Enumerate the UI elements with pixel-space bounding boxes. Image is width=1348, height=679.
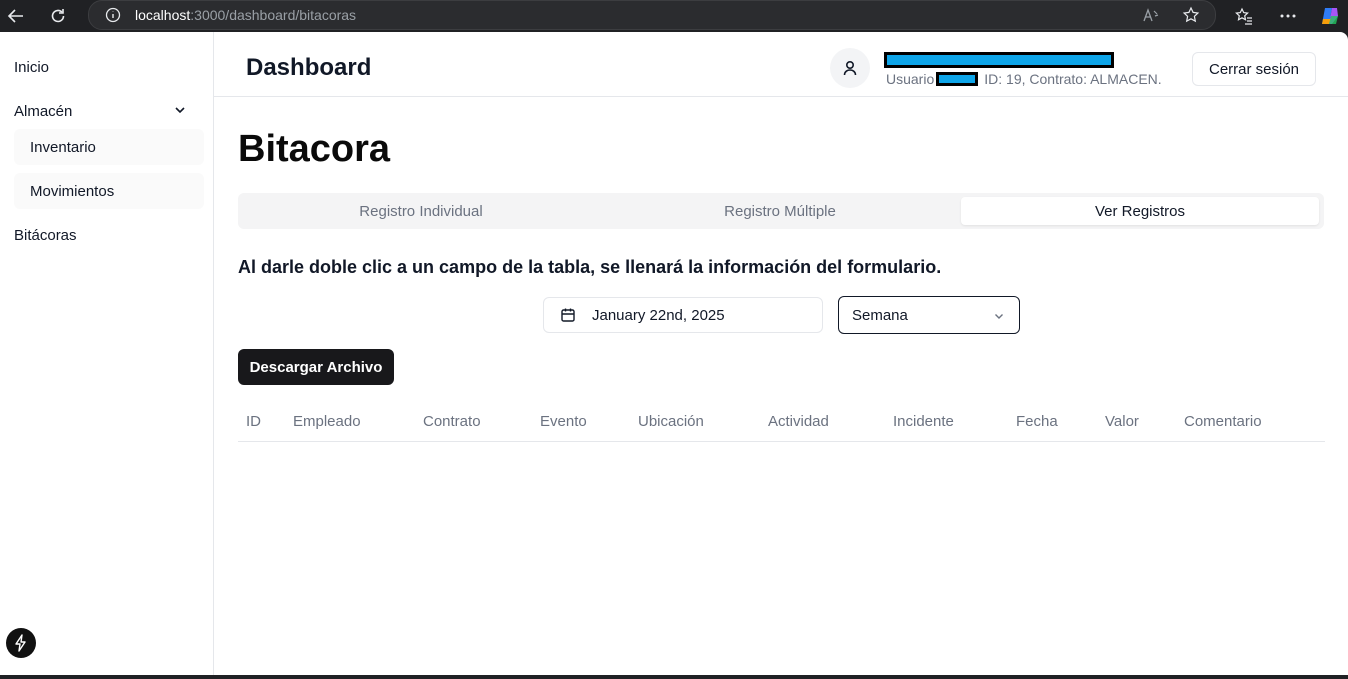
tab-registro-individual[interactable]: Registro Individual [242, 197, 600, 225]
more-icon[interactable] [1274, 3, 1302, 29]
sidebar-item-inventario[interactable]: Inventario [14, 129, 204, 165]
calendar-icon [560, 307, 576, 323]
reload-icon[interactable] [44, 3, 72, 29]
url-text: localhost:3000/dashboard/bitacoras [135, 7, 357, 23]
sidebar-item-bitacoras[interactable]: Bitácoras [14, 227, 77, 244]
tab-ver-registros[interactable]: Ver Registros [961, 197, 1319, 225]
user-icon [843, 60, 857, 76]
column-header[interactable]: Ubicación [638, 413, 704, 430]
sidebar-item-inicio[interactable]: Inicio [14, 59, 49, 76]
user-info: Usuario ID: 19, Contrato: ALMACEN. [886, 71, 1162, 87]
column-header[interactable]: Evento [540, 413, 587, 430]
copilot-icon[interactable] [1316, 3, 1344, 29]
date-value: January 22nd, 2025 [592, 306, 725, 324]
chevron-down-icon [993, 309, 1005, 326]
tab-list: Registro Individual Registro Múltiple Ve… [238, 193, 1324, 229]
info-icon[interactable] [103, 5, 123, 25]
avatar [830, 48, 870, 88]
chevron-down-icon[interactable] [172, 102, 188, 118]
sidebar-item-almacen[interactable]: Almacén [14, 103, 72, 120]
download-button[interactable]: Descargar Archivo [238, 349, 394, 385]
app-viewport: Inicio Almacén Inventario Movimientos Bi… [0, 32, 1348, 675]
redacted-username [936, 72, 979, 86]
browser-toolbar: localhost:3000/dashboard/bitacoras [0, 0, 1348, 32]
back-icon[interactable] [2, 3, 30, 29]
favorites-list-icon[interactable] [1230, 3, 1258, 29]
read-aloud-icon[interactable] [1141, 5, 1161, 25]
address-bar[interactable]: localhost:3000/dashboard/bitacoras [88, 0, 1216, 30]
column-header[interactable]: Incidente [893, 413, 954, 430]
dashboard-title: Dashboard [246, 54, 372, 81]
table-hint: Al darle doble clic a un campo de la tab… [238, 257, 942, 277]
favorite-icon[interactable] [1181, 5, 1201, 25]
lightning-icon[interactable] [6, 628, 36, 658]
date-picker-button[interactable]: January 22nd, 2025 [543, 297, 823, 333]
page-title: Bitacora [238, 128, 391, 170]
period-select[interactable]: Semana [838, 296, 1020, 334]
window-bottom-edge [0, 675, 1348, 679]
user-meta: ID: 19, Contrato: ALMACEN. [984, 71, 1162, 87]
logout-button[interactable]: Cerrar sesión [1192, 52, 1316, 86]
column-header[interactable]: ID [246, 413, 261, 430]
column-header[interactable]: Comentario [1184, 413, 1262, 430]
column-header[interactable]: Actividad [768, 413, 829, 430]
table-header: ID Empleado Contrato Evento Ubicación Ac… [238, 404, 1325, 442]
column-header[interactable]: Contrato [423, 413, 481, 430]
column-header[interactable]: Valor [1105, 413, 1139, 430]
column-header[interactable]: Empleado [293, 413, 361, 430]
redacted-user-name [884, 52, 1114, 68]
tab-registro-multiple[interactable]: Registro Múltiple [601, 197, 959, 225]
column-header[interactable]: Fecha [1016, 413, 1058, 430]
period-select-value: Semana [852, 306, 908, 324]
sidebar: Inicio Almacén Inventario Movimientos Bi… [0, 32, 214, 675]
user-label: Usuario [886, 71, 935, 87]
header: Dashboard Usuario ID: 19, Contrato: ALMAC… [214, 32, 1348, 97]
sidebar-item-movimientos[interactable]: Movimientos [14, 173, 204, 209]
